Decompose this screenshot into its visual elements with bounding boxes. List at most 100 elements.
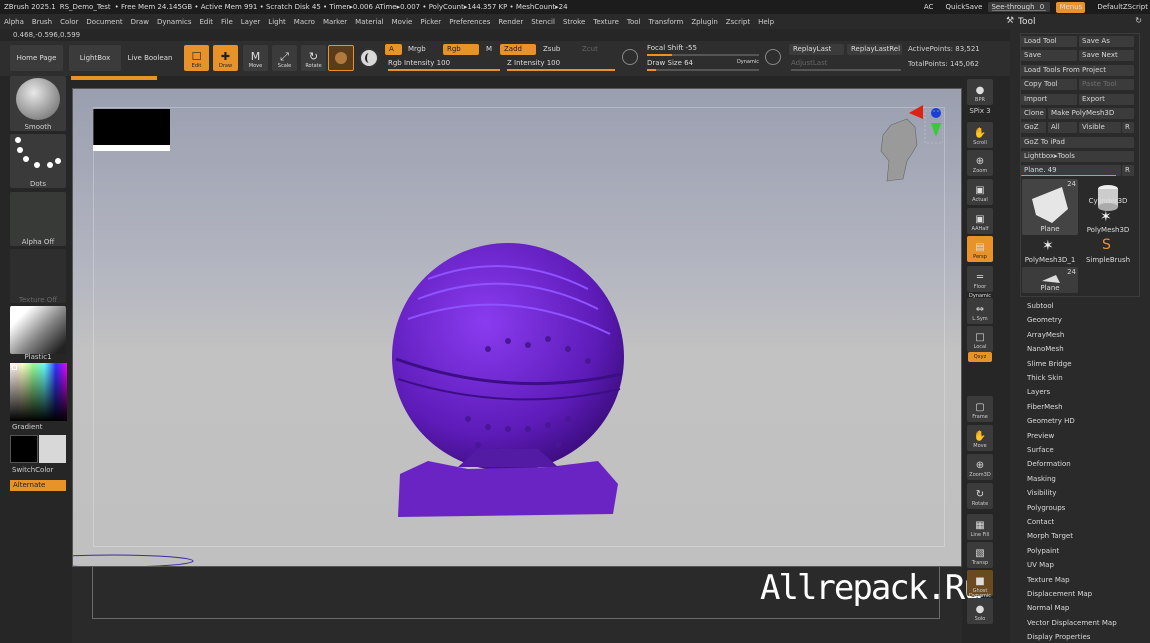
zadd-toggle[interactable]: Zadd <box>500 44 536 55</box>
focal-shift-icon[interactable] <box>622 49 638 65</box>
mrgb-toggle[interactable]: Mrgb <box>404 44 430 55</box>
make-polymesh3d-button[interactable]: Make PolyMesh3D <box>1048 108 1134 119</box>
subpalette-surface[interactable]: Surface <box>1027 446 1054 454</box>
brush-thumbnail[interactable] <box>328 45 354 71</box>
color-picker-handle[interactable] <box>12 365 17 370</box>
palette-refresh-icon[interactable]: ↻ <box>1135 16 1142 25</box>
move-mode-button[interactable]: M Move <box>243 45 268 71</box>
material-thumbnail[interactable] <box>10 306 66 354</box>
subpalette-displacement-map[interactable]: Displacement Map <box>1027 590 1092 598</box>
menu-zplugin[interactable]: Zplugin <box>691 18 717 26</box>
paste-tool-button[interactable]: Paste Tool <box>1079 79 1134 90</box>
menu-zscript[interactable]: Zscript <box>726 18 750 26</box>
rgb-intensity-slider[interactable]: Rgb Intensity 100 <box>388 59 500 71</box>
subpalette-layers[interactable]: Layers <box>1027 388 1050 396</box>
view-rotate3d-button[interactable]: ↻ Rotate <box>967 483 993 509</box>
a-toggle[interactable]: A <box>385 44 402 55</box>
dynamic-solo-label[interactable]: Dynamic <box>965 593 995 599</box>
subpalette-uv-map[interactable]: UV Map <box>1027 561 1054 569</box>
view-zoom3d-button[interactable]: ⊕ Zoom3D <box>967 454 993 480</box>
home-page-button[interactable]: Home Page <box>10 45 63 71</box>
tool-palette-title[interactable]: Tool <box>1018 17 1035 27</box>
goz-button[interactable]: GoZ <box>1021 122 1046 133</box>
view-lock-button[interactable]: □ Local <box>967 326 993 352</box>
view-frame-button[interactable]: ▢ Frame <box>967 396 993 422</box>
zcut-toggle[interactable]: Zcut <box>578 44 602 55</box>
menus-toggle[interactable]: Menus <box>1056 1 1086 13</box>
xyz-symmetry-button[interactable]: Qxyz <box>968 352 992 362</box>
mesh-tile-polymesh3d[interactable]: ✶ PolyMesh3D <box>1080 209 1136 239</box>
view-solo-button[interactable]: ● Solo <box>967 598 993 624</box>
subpalette-polygroups[interactable]: Polygroups <box>1027 504 1065 512</box>
menu-brush[interactable]: Brush <box>32 18 52 26</box>
view-linefill-button[interactable]: ▦ Line Fill <box>967 514 993 540</box>
lightbox-button[interactable]: LightBox <box>69 45 121 71</box>
mesh-tile-plane-2[interactable]: 24 Plane <box>1022 267 1078 293</box>
menu-color[interactable]: Color <box>60 18 78 26</box>
texture-thumbnail[interactable] <box>10 249 66 303</box>
adjust-last-slider[interactable]: AdjustLast <box>791 59 901 71</box>
default-zscript-button[interactable]: DefaultZScript <box>1097 3 1148 11</box>
subpalette-slime-bridge[interactable]: Slime Bridge <box>1027 360 1072 368</box>
subpalette-preview[interactable]: Preview <box>1027 432 1054 440</box>
view-floor-button[interactable]: ═ Floor <box>967 266 993 292</box>
mesh-tile-plane-active[interactable]: 24 Plane <box>1022 179 1078 235</box>
menu-macro[interactable]: Macro <box>294 18 315 26</box>
replay-icon[interactable] <box>765 49 781 65</box>
menu-preferences[interactable]: Preferences <box>449 18 490 26</box>
menu-picker[interactable]: Picker <box>420 18 441 26</box>
menu-render[interactable]: Render <box>498 18 523 26</box>
alternate-button[interactable]: Alternate <box>10 480 66 491</box>
draw-size-slider[interactable]: Draw Size 64 Dynamic <box>647 59 759 71</box>
draw-mode-button[interactable]: ✚ Draw <box>213 45 238 71</box>
navigation-gizmo[interactable] <box>873 105 943 187</box>
scale-mode-button[interactable]: ⤢ Scale <box>272 45 297 71</box>
ac-button[interactable]: AC <box>924 3 934 11</box>
menu-light[interactable]: Light <box>268 18 285 26</box>
save-next-button[interactable]: Save Next <box>1079 50 1134 61</box>
export-button[interactable]: Export <box>1079 94 1134 105</box>
load-tool-button[interactable]: Load Tool <box>1021 36 1077 47</box>
menu-stencil[interactable]: Stencil <box>531 18 555 26</box>
load-tools-from-project-button[interactable]: Load Tools From Project <box>1021 65 1134 76</box>
subpalette-geometry-hd[interactable]: Geometry HD <box>1027 417 1075 425</box>
subpalette-display-properties[interactable]: Display Properties <box>1027 633 1090 641</box>
lightbox-tools-button[interactable]: Lightbox▸Tools <box>1021 151 1134 162</box>
menu-marker[interactable]: Marker <box>323 18 347 26</box>
menu-texture[interactable]: Texture <box>593 18 619 26</box>
edit-mode-button[interactable]: ☐ Edit <box>184 45 209 71</box>
menu-transform[interactable]: Transform <box>649 18 684 26</box>
subpalette-deformation[interactable]: Deformation <box>1027 460 1071 468</box>
main-color-swatch[interactable] <box>10 435 38 463</box>
z-intensity-slider[interactable]: Z Intensity 100 <box>507 59 615 71</box>
view-move-hand-button[interactable]: ✋ Move <box>967 425 993 451</box>
subpalette-geometry[interactable]: Geometry <box>1027 316 1062 324</box>
live-boolean-button[interactable]: Live Boolean <box>124 45 176 71</box>
rotate-mode-button[interactable]: ↻ Rotate <box>301 45 326 71</box>
mesh-tile-polymesh3d-1[interactable]: ✶ PolyMesh3D_1 <box>1022 238 1078 268</box>
view-zoom-button[interactable]: ⊕ Zoom <box>967 150 993 176</box>
view-spix-button[interactable]: SPix 3 <box>967 106 993 118</box>
view-actual-button[interactable]: ▣ Actual <box>967 179 993 205</box>
color-picker[interactable] <box>10 363 67 421</box>
stroke-thumbnail[interactable] <box>359 48 379 68</box>
subpalette-morph-target[interactable]: Morph Target <box>1027 532 1073 540</box>
view-bpr-button[interactable]: ● BPR <box>967 79 993 105</box>
see-through-slider[interactable]: See-through 0 <box>988 2 1051 12</box>
gizmo-y-arrow[interactable] <box>931 123 941 137</box>
goz-r-button[interactable]: R <box>1122 122 1134 133</box>
subpalette-vector-displacement-map[interactable]: Vector Displacement Map <box>1027 619 1117 627</box>
subpalette-texture-map[interactable]: Texture Map <box>1027 576 1070 584</box>
subpalette-fibermesh[interactable]: FiberMesh <box>1027 403 1063 411</box>
goz-all-button[interactable]: All <box>1048 122 1077 133</box>
save-button[interactable]: Save <box>1021 50 1077 61</box>
menu-help[interactable]: Help <box>758 18 774 26</box>
menu-alpha[interactable]: Alpha <box>4 18 24 26</box>
subpalette-subtool[interactable]: Subtool <box>1027 302 1054 310</box>
subpalette-arraymesh[interactable]: ArrayMesh <box>1027 331 1064 339</box>
replay-last-button[interactable]: ReplayLast <box>789 44 844 55</box>
mesh-tile-simplebrush[interactable]: S SimpleBrush <box>1080 237 1136 268</box>
dynamic-persp-label[interactable]: Dynamic <box>965 293 995 299</box>
gizmo-z-handle[interactable] <box>931 108 941 118</box>
subpalette-contact[interactable]: Contact <box>1027 518 1054 526</box>
